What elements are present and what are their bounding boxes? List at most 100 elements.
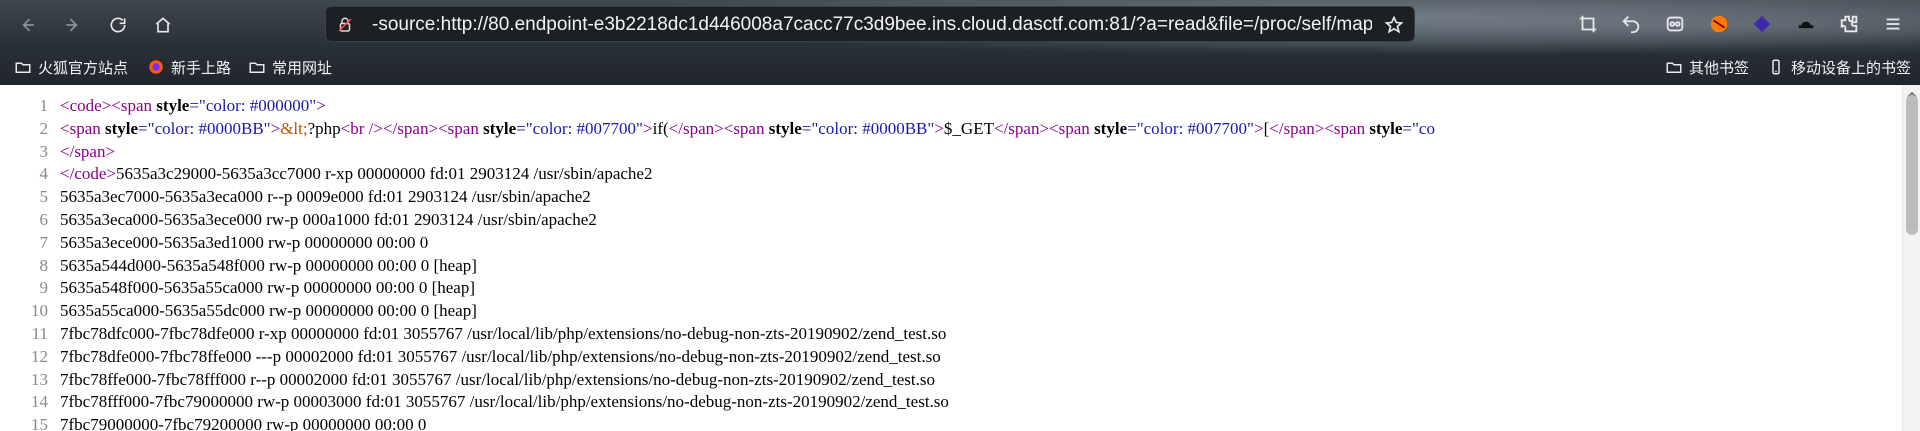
- source-token: </: [993, 118, 1009, 138]
- source-token: span: [74, 141, 106, 161]
- source-token: <: [111, 96, 121, 115]
- source-token: 5635a3ec7000-5635a3eca000 r--p 0009e000 …: [60, 187, 591, 207]
- line-number: 13: [31, 369, 48, 389]
- line-number: 14: [31, 392, 48, 412]
- menu-icon[interactable]: [1881, 12, 1905, 36]
- reload-button[interactable]: [103, 10, 133, 40]
- source-token: </: [60, 141, 75, 161]
- source-token: 5635a548f000-5635a55ca000 rw-p 00000000 …: [60, 278, 475, 298]
- line-text: </span>: [60, 141, 1902, 164]
- source-line: 2 <span style="color: #0000BB">&lt;?php<b…: [0, 118, 1902, 141]
- bookmark-item-getting-started[interactable]: 新手上路: [147, 58, 232, 77]
- source-token: ="co: [1402, 118, 1435, 138]
- source-token: >: [643, 118, 653, 138]
- source-token: span: [733, 118, 765, 138]
- source-token: </: [60, 164, 75, 184]
- line-text: 5635a548f000-5635a55ca000 rw-p 00000000 …: [60, 277, 1902, 300]
- back-button[interactable]: [12, 10, 42, 40]
- bookmark-star-icon[interactable]: [1384, 15, 1404, 35]
- source-token: >: [1314, 118, 1325, 138]
- source-token: ?php: [307, 118, 341, 138]
- extension-icon[interactable]: [1663, 12, 1687, 36]
- source-token: &lt;: [280, 118, 308, 138]
- forward-button[interactable]: [58, 10, 88, 40]
- source-token: >: [316, 96, 326, 115]
- bookmarks-toolbar: 火狐官方站点 新手上路 常用网址 其他书签 移动设备上的书签: [0, 49, 1920, 85]
- source-token: <: [1324, 118, 1334, 138]
- bookmark-label: 火狐官方站点: [38, 59, 129, 77]
- forward-arrow-icon: [66, 18, 78, 32]
- source-token: span: [69, 118, 101, 138]
- bookmark-item-common-sites[interactable]: 常用网址: [248, 58, 333, 77]
- scrollbar-thumb[interactable]: [1906, 95, 1918, 235]
- source-line: 14 7fbc78fff000-7fbc79000000 rw-p 0000300…: [0, 391, 1902, 414]
- crop-icon[interactable]: [1576, 12, 1600, 36]
- firefox-icon: [149, 60, 163, 74]
- line-text: 7fbc78ffe000-7fbc78fff000 r--p 00002000 …: [60, 369, 1902, 392]
- line-number: 9: [39, 278, 49, 298]
- source-token: span: [120, 96, 153, 115]
- source-line: 4 </code>5635a3c29000-5635a3cc7000 r-xp 0…: [0, 163, 1902, 186]
- source-token: 7fbc78ffe000-7fbc78fff000 r--p 00002000 …: [60, 369, 936, 389]
- hat-extension-icon[interactable]: [1794, 12, 1818, 36]
- address-text[interactable]: -source:http://80.endpoint-e3b2218dc1d44…: [372, 15, 1372, 35]
- source-token: >: [714, 118, 724, 138]
- source-token: span: [1008, 118, 1040, 138]
- home-icon: [155, 17, 171, 33]
- source-token: span: [682, 118, 715, 138]
- line-text: 5635a3ece000-5635a3ed1000 rw-p 00000000 …: [60, 232, 1902, 255]
- vertical-scrollbar[interactable]: [1902, 85, 1920, 431]
- source-token: style: [105, 118, 139, 138]
- page-content: 1 <code><span style="color: #000000"> 2 <sp…: [0, 85, 1902, 431]
- source-token: style: [1369, 118, 1403, 138]
- source-line: 9 5635a548f000-5635a55ca000 rw-p 00000000…: [0, 277, 1902, 300]
- source-token: 5635a3c29000-5635a3cc7000 r-xp 00000000 …: [116, 164, 653, 184]
- source-token: >: [1039, 118, 1050, 138]
- bookmark-label: 其他书签: [1689, 59, 1750, 77]
- bookmark-label: 新手上路: [171, 59, 232, 77]
- line-text: 5635a3ec7000-5635a3eca000 r--p 0009e000 …: [60, 186, 1902, 209]
- bookmark-mobile-bookmarks[interactable]: 移动设备上的书签: [1767, 58, 1912, 77]
- line-number: 12: [31, 346, 48, 366]
- line-text: 7fbc78fff000-7fbc79000000 rw-p 00003000 …: [60, 391, 1902, 414]
- address-bar[interactable]: -source:http://80.endpoint-e3b2218dc1d44…: [325, 6, 1415, 42]
- source-token: >: [1253, 118, 1264, 138]
- bookmark-label: 常用网址: [272, 59, 333, 77]
- globe-extension-icon[interactable]: [1707, 12, 1731, 36]
- view-source-code: 1 <code><span style="color: #000000"> 2 <sp…: [0, 95, 1902, 431]
- bookmark-other-bookmarks[interactable]: 其他书签: [1665, 58, 1750, 77]
- puzzle-extensions-icon[interactable]: [1837, 12, 1861, 36]
- line-text: 7fbc79000000-7fbc79200000 rw-p 00000000 …: [60, 414, 1902, 431]
- source-token: style: [1094, 118, 1128, 138]
- bookmark-item-firefox-official[interactable]: 火狐官方站点: [14, 58, 129, 77]
- line-number: 10: [31, 301, 48, 321]
- line-text: 5635a55ca000-5635a55dc000 rw-p 00000000 …: [60, 300, 1902, 323]
- source-token: <: [340, 118, 351, 138]
- source-token: ="color: #007700": [1127, 118, 1254, 138]
- insecure-lock-icon[interactable]: [336, 16, 354, 34]
- line-text: </code>5635a3c29000-5635a3cc7000 r-xp 00…: [60, 163, 1902, 186]
- source-token: ="color: #007700": [516, 118, 643, 138]
- source-token: </: [668, 118, 683, 138]
- home-button[interactable]: [148, 10, 178, 40]
- source-token: >: [428, 118, 439, 138]
- source-line: 3 </span>: [0, 141, 1902, 164]
- bookmark-label: 移动设备上的书签: [1791, 59, 1912, 77]
- line-text: <code><span style="color: #000000">: [60, 95, 1902, 118]
- source-token: 5635a3ece000-5635a3ed1000 rw-p 00000000 …: [60, 232, 429, 252]
- source-token: style: [768, 118, 802, 138]
- source-token: style: [483, 118, 517, 138]
- cube-extension-icon[interactable]: [1750, 12, 1774, 36]
- line-number: 15: [31, 415, 48, 431]
- line-text: 7fbc78dfc000-7fbc78dfe000 r-xp 00000000 …: [60, 323, 1902, 346]
- source-token: ="color: #0000BB": [801, 118, 935, 138]
- line-number: 6: [39, 209, 49, 229]
- undo-icon[interactable]: [1619, 12, 1643, 36]
- folder-icon: [1666, 62, 1682, 73]
- back-arrow-icon: [22, 18, 34, 32]
- source-token: </: [1269, 118, 1284, 138]
- source-token: code: [74, 164, 107, 184]
- source-token: <: [60, 96, 70, 115]
- source-token: $_GET: [943, 118, 994, 138]
- source-token: >: [106, 164, 116, 184]
